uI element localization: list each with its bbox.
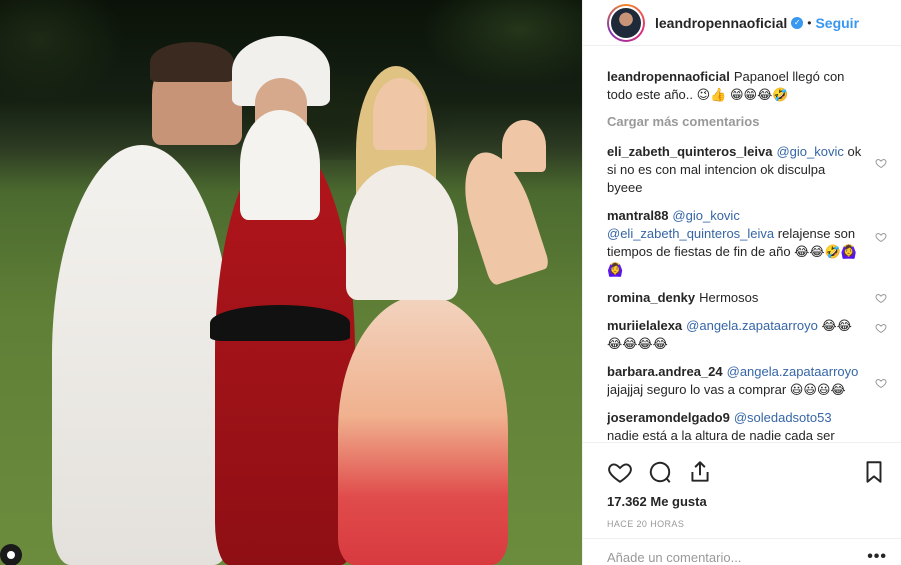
story-ring[interactable] [607,3,645,42]
comment-mention[interactable]: @gio_kovic [776,144,843,159]
comment-username[interactable]: romina_denky [607,290,695,305]
comment-username[interactable]: eli_zabeth_quinteros_leiva [607,144,772,159]
list-item: muriielalexa @angela.zapataarroyo 😂😂😂😂😂😂 [607,317,887,353]
more-options-icon[interactable]: ••• [867,548,887,565]
comment-username[interactable]: muriielalexa [607,318,682,333]
header-username[interactable]: leandropennaoficial [655,15,787,31]
comment-username[interactable]: joseramondelgado9 [607,410,730,425]
heart-icon[interactable] [875,292,887,304]
bookmark-icon[interactable] [861,459,887,485]
heart-icon[interactable] [875,157,887,169]
comment-bubble-icon[interactable] [647,459,673,485]
comment-text: jajajjaj seguro lo vas a comprar 😃😃😃😂 [607,382,846,397]
post-header: leandropennaoficial ✓ • Seguir [583,0,901,46]
man-hair [150,42,234,82]
list-item: joseramondelgado9 @soledadsoto53 nadie es… [607,409,887,442]
likes-count[interactable]: 17.362 Me gusta [607,494,887,509]
woman-face [373,78,427,150]
comment-text: Hermosos [699,290,759,305]
woman-dress-top [346,165,458,300]
post-timestamp[interactable]: HACE 20 HORAS [607,519,887,529]
heart-icon[interactable] [607,459,633,485]
comment-username[interactable]: mantral88 [607,208,668,223]
separator-dot: • [807,15,812,30]
santa-beard [240,110,320,220]
comment-input[interactable] [607,549,868,565]
heart-icon[interactable] [875,231,887,243]
add-comment-bar: ••• [583,538,901,565]
comment-mention[interactable]: @angela.zapataarroyo [686,318,818,333]
post-side-panel: leandropennaoficial ✓ • Seguir leandrope… [582,0,901,565]
post-actions: 17.362 Me gusta HACE 20 HORAS [583,442,901,529]
user-tag-icon[interactable] [0,544,22,565]
avatar[interactable] [609,5,643,40]
comment-mention[interactable]: @soledadsoto53 [734,410,832,425]
share-icon[interactable] [687,459,713,485]
action-bar [607,451,887,493]
comments-list[interactable]: leandropennaoficial Papanoel llegó con to… [607,68,887,442]
comment-text: nadie está a la altura de nadie cada ser [607,428,835,442]
woman-hand-peace-sign [502,120,546,172]
list-item: romina_denky Hermosos [607,289,887,307]
heart-icon[interactable] [875,377,887,389]
caption: leandropennaoficial Papanoel llegó con to… [607,68,887,104]
heart-icon[interactable] [875,322,887,334]
verified-badge-icon: ✓ [791,16,804,29]
man-figure [52,145,232,565]
load-more-comments-button[interactable]: Cargar más comentarios [607,114,887,129]
comment-mention[interactable]: @angela.zapataarroyo [727,364,859,379]
list-item: mantral88 @gio_kovic @eli_zabeth_quintero… [607,207,887,279]
woman-dress-skirt [338,295,508,565]
comment-username[interactable]: barbara.andrea_24 [607,364,723,379]
follow-button[interactable]: Seguir [815,15,859,31]
santa-belt [210,305,350,341]
post-photo[interactable] [0,0,582,565]
caption-username[interactable]: leandropennaoficial [607,69,730,84]
list-item: eli_zabeth_quinteros_leiva @gio_kovic ok … [607,143,887,197]
list-item: barbara.andrea_24 @angela.zapataarroyo ja… [607,363,887,399]
